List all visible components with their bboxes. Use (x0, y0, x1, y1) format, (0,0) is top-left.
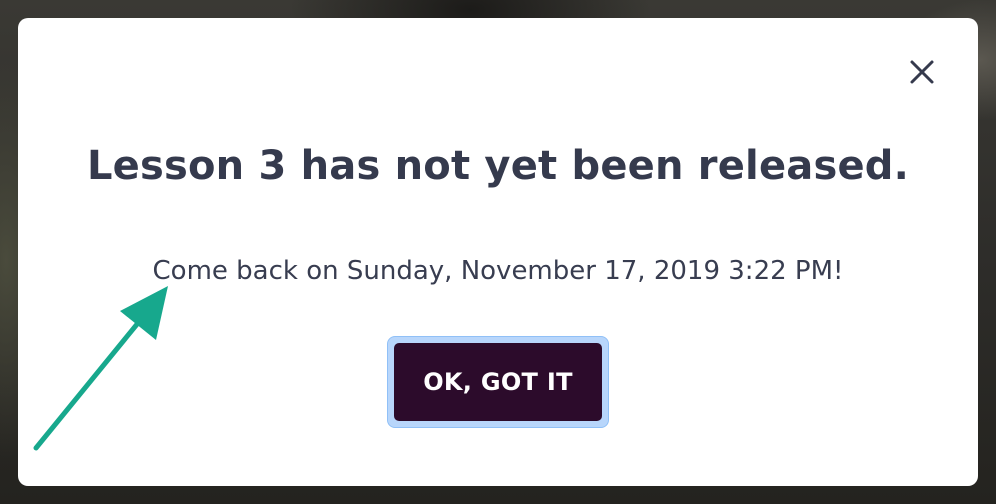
ok-got-it-button[interactable]: OK, GOT IT (394, 343, 602, 421)
close-button[interactable] (906, 56, 938, 88)
modal-title: Lesson 3 has not yet been released. (86, 143, 910, 189)
release-date-message: Come back on Sunday, November 17, 2019 3… (152, 256, 844, 286)
release-modal: Lesson 3 has not yet been released. Come… (18, 18, 978, 486)
ok-button-focus-ring: OK, GOT IT (388, 337, 608, 427)
close-icon (910, 60, 934, 84)
